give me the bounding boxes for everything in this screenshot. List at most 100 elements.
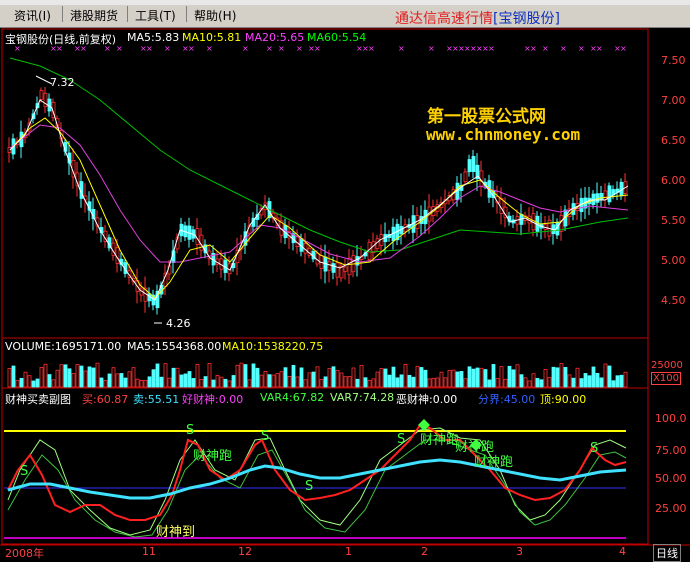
price-tick: 7.50: [661, 54, 686, 67]
volume-bar: [51, 379, 56, 388]
candle-body: [463, 171, 468, 183]
menu-item-tools[interactable]: 工具(T): [135, 7, 176, 24]
volume-bar: [31, 380, 36, 388]
volume-bar: [455, 371, 460, 388]
volume-bar: [63, 364, 68, 388]
volume-bar: [183, 373, 188, 388]
menu-item-info[interactable]: 资讯(I): [14, 7, 51, 24]
candle-body: [603, 190, 608, 201]
volume-bar: [159, 376, 164, 388]
indicator-tick: 50.00: [655, 472, 687, 485]
volume-bar: [315, 366, 320, 388]
ma5-value: MA5:5.83: [127, 31, 180, 44]
volume-bar: [107, 373, 112, 388]
volume-bars: [7, 362, 628, 388]
volume-bar: [95, 362, 100, 388]
volume-bar: [131, 367, 136, 388]
marker-x: ×: [266, 44, 273, 53]
price-tick: 7.00: [661, 94, 686, 107]
candle-body: [607, 185, 612, 203]
volume-bar: [11, 365, 16, 388]
volume-bar: [211, 379, 216, 388]
volume-bar: [571, 377, 576, 388]
date-label: 2: [421, 545, 428, 558]
volume-bar: [27, 375, 32, 388]
volume-bar: [103, 380, 108, 388]
volume-bar: [383, 368, 388, 388]
volume-bar: [279, 371, 284, 388]
watermark-title: 第一股票公式网: [427, 107, 546, 127]
volume-bar: [251, 363, 256, 388]
volume-bar: [563, 367, 568, 388]
volume-bar: [415, 365, 420, 388]
volume-bar: [403, 363, 408, 388]
volume-bar: [59, 364, 64, 388]
volume-bar: [215, 375, 220, 388]
volume-bar: [247, 379, 252, 388]
volume-ma10: MA10:1538220.75: [222, 340, 324, 353]
chart-canvas: × × × × × × × × × × × × × × × × × × × × × × × × × × × × × × × × × × × × × × × ×…: [0, 28, 690, 546]
marker-x: ×: [206, 44, 213, 53]
menu-item-help[interactable]: 帮助(H): [194, 7, 236, 24]
signal-s: S: [20, 464, 29, 479]
ma10-value: MA10:5.81: [182, 31, 242, 44]
candle-body: [343, 266, 348, 272]
volume-bar: [319, 379, 324, 388]
volume-bar: [71, 373, 76, 388]
volume-bar: [515, 364, 520, 388]
menu-separator: [186, 6, 187, 22]
annotation-arrive: 财神到: [156, 525, 196, 540]
volume-bar: [475, 367, 480, 388]
volume-bar: [551, 366, 556, 388]
marker-x: ×: [542, 44, 549, 53]
menu-item-hk-futures[interactable]: 港股期货: [70, 7, 118, 24]
volume-bar: [271, 374, 276, 388]
volume-bar: [547, 377, 552, 388]
volume-ma5: MA5:1554368.00: [127, 340, 222, 353]
marker-x: ×: [188, 44, 195, 53]
volume-bar: [263, 371, 268, 388]
volume-bar: [283, 367, 288, 388]
indicator-buy: 买:60.87: [82, 393, 129, 406]
indicator-bad: 恶财神:0.00: [396, 393, 458, 406]
sell-line: [7, 458, 627, 500]
volume-bar: [267, 374, 272, 388]
volume-bar: [435, 377, 440, 388]
marker-x: ×: [314, 44, 321, 53]
marker-x: ×: [164, 44, 171, 53]
signal-s: S: [186, 423, 195, 438]
volume-bar: [143, 380, 148, 388]
volume-bar: [43, 363, 48, 388]
volume-bar: [219, 376, 224, 388]
volume-bar: [287, 376, 292, 388]
candle-body: [335, 262, 340, 278]
volume-bar: [483, 369, 488, 388]
candle-body: [591, 193, 596, 205]
volume-bar: [579, 378, 584, 388]
indicator-name: 财神买卖副图: [5, 393, 71, 406]
volume-bar: [235, 364, 240, 388]
volume-bar: [443, 377, 448, 388]
volume-bar: [371, 378, 376, 388]
date-label: 4: [619, 545, 626, 558]
chart-area[interactable]: × × × × × × × × × × × × × × × × × × × × × × × × × × × × × × × × × × × × × × × ×…: [0, 28, 690, 562]
volume-bar: [167, 377, 172, 388]
candle-body: [599, 192, 604, 201]
volume-bar: [171, 367, 176, 388]
indicator-boundary: 分界:45.00: [478, 393, 536, 406]
watermark-url: www.chnmoney.com: [426, 125, 581, 144]
menu-bar: 资讯(I) 港股期货 工具(T) 帮助(H) 通达信高速行情[宝钢股份]: [0, 0, 690, 28]
volume-bar: [123, 377, 128, 388]
price-panel-frame: [1, 28, 649, 339]
menu-separator: [62, 6, 63, 22]
period-button[interactable]: 日线: [653, 544, 681, 562]
volume-bar: [355, 378, 360, 388]
signal-s: S: [590, 441, 599, 456]
date-label: 11: [142, 545, 156, 558]
indicator-panel-frame: [1, 387, 649, 545]
date-label: 1: [345, 545, 352, 558]
volume-bar: [299, 367, 304, 388]
volume-bar: [91, 367, 96, 388]
volume-bar: [559, 363, 564, 388]
volume-bar: [303, 379, 308, 388]
